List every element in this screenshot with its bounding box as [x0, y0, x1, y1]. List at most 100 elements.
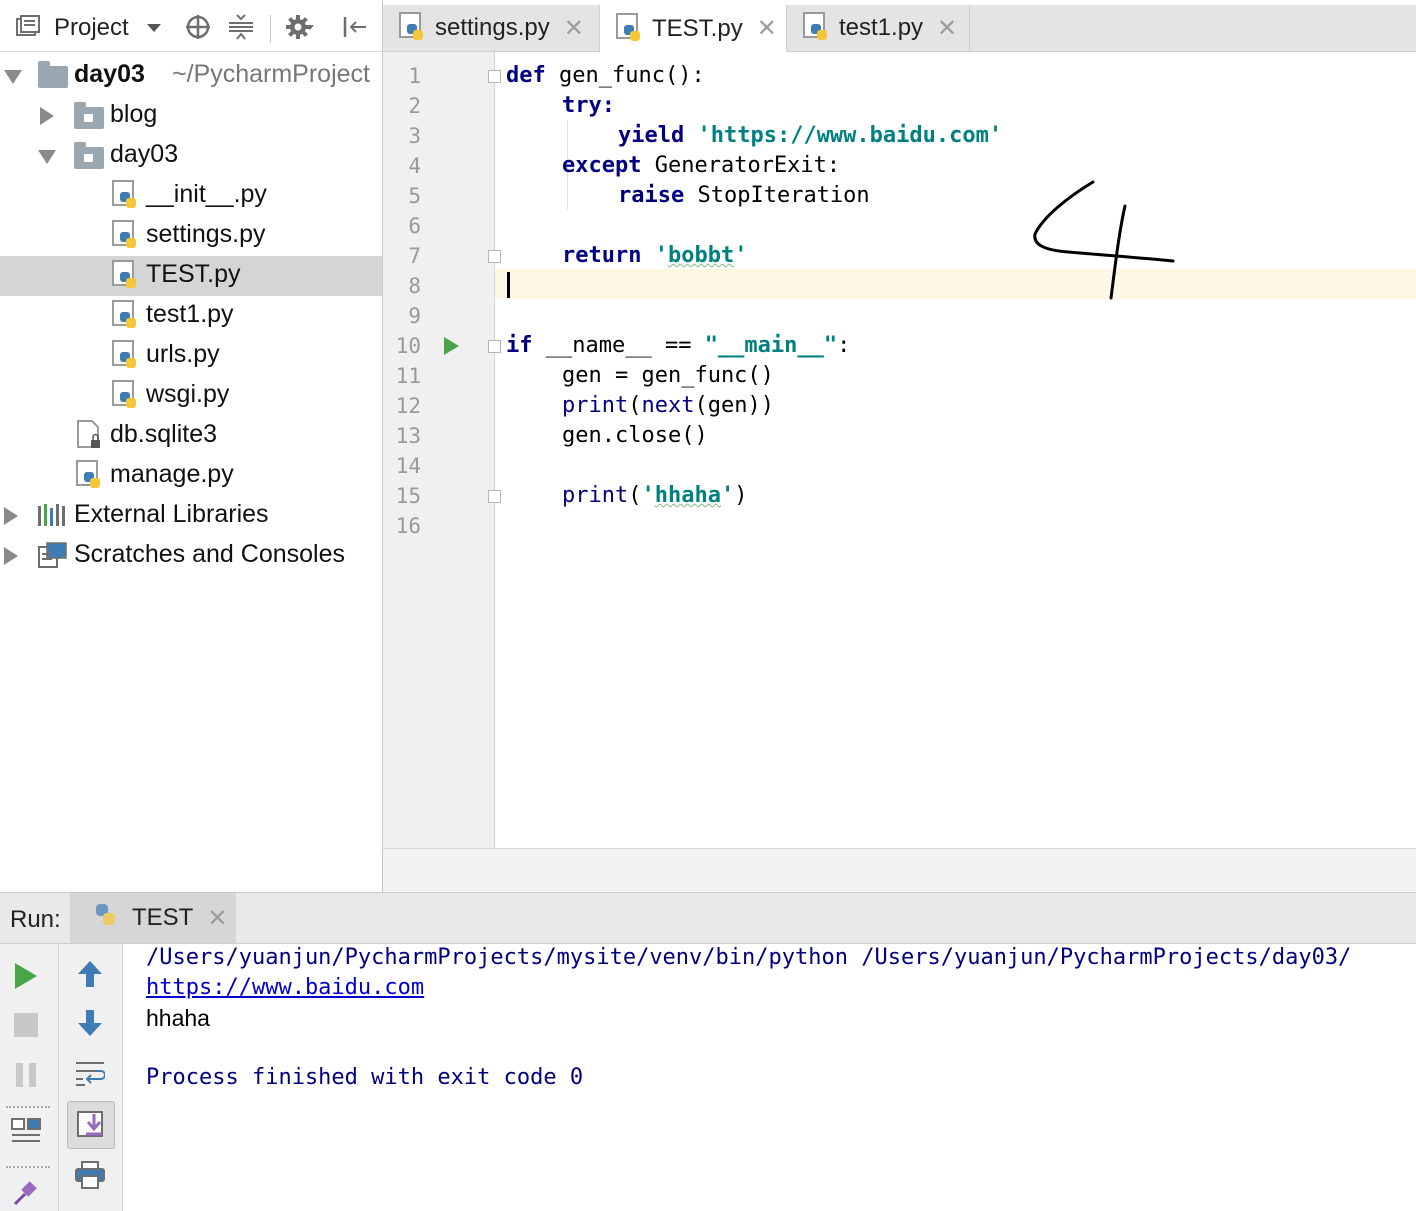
line-number: 9 [408, 304, 421, 328]
arrow-up-icon[interactable] [73, 957, 107, 991]
run-tab-label: TEST [132, 904, 194, 931]
expand-arrow-icon[interactable] [4, 70, 22, 84]
expand-arrow-icon[interactable] [38, 150, 56, 164]
code-line-3: yield 'https://www.baidu.com' [618, 121, 1002, 151]
line-number: 4 [408, 154, 421, 178]
tree-item-test1-py[interactable]: test1.py [0, 296, 382, 336]
builtin: next [641, 393, 695, 418]
project-view-selector[interactable]: Project [54, 14, 129, 42]
code-editor[interactable]: 1 2 3 4 5 6 7 8 9 10 11 12 13 14 15 16 d… [383, 52, 1416, 848]
line-number: 10 [395, 334, 421, 358]
code-text: gen = gen_func() [562, 363, 774, 388]
folder-icon [38, 61, 68, 88]
toolbar-separator [6, 1106, 50, 1108]
run-gutter-icon[interactable] [444, 337, 459, 355]
close-icon[interactable]: ✕ [564, 14, 584, 43]
tree-item-label: __init__.py [146, 180, 267, 208]
tree-item-settings-py[interactable]: settings.py [0, 216, 382, 256]
chevron-down-icon[interactable] [140, 15, 168, 43]
layout-icon[interactable] [9, 1114, 43, 1148]
code-text: : [601, 93, 615, 118]
code-line-2: try: [562, 91, 615, 121]
code-line-1: def gen_func(): [506, 61, 705, 91]
tree-item-wsgi-py[interactable]: wsgi.py [0, 376, 382, 416]
console-output-link[interactable]: https://www.baidu.com [146, 973, 424, 1003]
fold-marker-icon[interactable] [488, 490, 501, 503]
tree-item-blog[interactable]: blog [0, 96, 382, 136]
editor-gutter: 1 2 3 4 5 6 7 8 9 10 11 12 13 14 15 16 [383, 52, 495, 848]
tab-settings-py[interactable]: settings.py ✕ [383, 5, 600, 51]
close-icon[interactable]: ✕ [937, 14, 957, 43]
line-number: 2 [408, 94, 421, 118]
tree-item-label: urls.py [146, 340, 220, 368]
expand-arrow-icon[interactable] [4, 547, 18, 565]
close-icon[interactable]: ✕ [207, 904, 227, 933]
tree-item-scratches[interactable]: Scratches and Consoles [0, 536, 382, 576]
tab-label: test1.py [839, 14, 924, 41]
soft-wrap-icon[interactable] [73, 1056, 107, 1090]
tree-item-urls-py[interactable]: urls.py [0, 336, 382, 376]
tree-item-label: blog [110, 100, 158, 128]
line-number: 16 [395, 514, 421, 538]
print-icon[interactable] [73, 1158, 107, 1192]
project-view-icon[interactable] [14, 13, 42, 41]
run-toolbar-right [59, 944, 123, 1211]
tree-item-db-sqlite3[interactable]: db.sqlite3 [0, 416, 382, 456]
tree-item-test-py[interactable]: TEST.py [0, 256, 382, 296]
fold-marker-icon[interactable] [488, 70, 501, 83]
tree-item-label: day03 [110, 140, 179, 168]
pause-icon[interactable] [9, 1058, 43, 1092]
tree-item-label: wsgi.py [146, 380, 230, 408]
code-text: ( [628, 393, 642, 418]
code-line-11: gen = gen_func() [562, 361, 774, 391]
fold-marker-icon[interactable] [488, 250, 501, 263]
code-line-4: except GeneratorExit: [562, 151, 840, 181]
string-literal-typo: hhaha [654, 483, 721, 508]
run-panel-label: Run: [10, 906, 61, 933]
tree-item-external-libraries[interactable]: External Libraries [0, 496, 382, 536]
run-tab-test[interactable]: TEST ✕ [70, 893, 236, 943]
expand-arrow-icon[interactable] [4, 507, 18, 525]
collapse-icon[interactable] [227, 13, 255, 41]
tab-test-py[interactable]: TEST.py ✕ [600, 5, 787, 52]
keyword: def [506, 63, 546, 88]
scroll-to-end-icon[interactable] [67, 1101, 115, 1149]
tree-item-manage-py[interactable]: manage.py [0, 456, 382, 496]
tree-item-label: Scratches and Consoles [74, 540, 345, 568]
toolbar-divider [270, 15, 271, 43]
line-number: 6 [408, 214, 421, 238]
keyword: yield [618, 123, 685, 148]
string-literal: ' [641, 483, 655, 508]
stop-icon[interactable] [9, 1008, 43, 1042]
python-file-icon [803, 12, 831, 44]
editor-tab-bar: settings.py ✕ TEST.py ✕ test1.py ✕ [383, 5, 1416, 52]
expand-arrow-icon[interactable] [40, 107, 54, 125]
close-icon[interactable]: ✕ [757, 14, 777, 43]
tree-item-day03-root[interactable]: day03 ~/PycharmProject [0, 56, 382, 96]
python-file-icon [92, 902, 120, 934]
string-literal-typo: bobbt [667, 243, 735, 268]
python-file-icon [112, 300, 140, 332]
code-line-10: if __name__ == "__main__": [506, 331, 850, 361]
run-icon[interactable] [9, 959, 43, 993]
fold-marker-icon[interactable] [488, 340, 501, 353]
tab-test1-py[interactable]: test1.py ✕ [787, 5, 970, 51]
tab-label: TEST.py [652, 14, 743, 42]
gear-icon[interactable] [286, 13, 314, 41]
keyword: raise [618, 183, 685, 208]
arrow-down-icon[interactable] [73, 1006, 107, 1040]
tree-item-label: db.sqlite3 [110, 420, 218, 448]
tree-item-label: test1.py [146, 300, 234, 328]
code-line-5: raise StopIteration [618, 181, 870, 211]
handwritten-annotation [1033, 180, 1175, 300]
code-text: GeneratorExit: [641, 153, 841, 178]
tree-item-day03-package[interactable]: day03 [0, 136, 382, 176]
locate-icon[interactable] [184, 13, 212, 41]
folder-icon [74, 142, 104, 169]
pin-icon[interactable] [9, 1176, 43, 1210]
code-text: gen.close() [562, 423, 708, 448]
project-toolbar: Project [0, 5, 382, 52]
project-panel: Project day03 ~/PycharmProject blog day0… [0, 0, 383, 892]
hide-panel-icon[interactable] [340, 13, 368, 41]
tree-item-init-py[interactable]: __init__.py [0, 176, 382, 216]
